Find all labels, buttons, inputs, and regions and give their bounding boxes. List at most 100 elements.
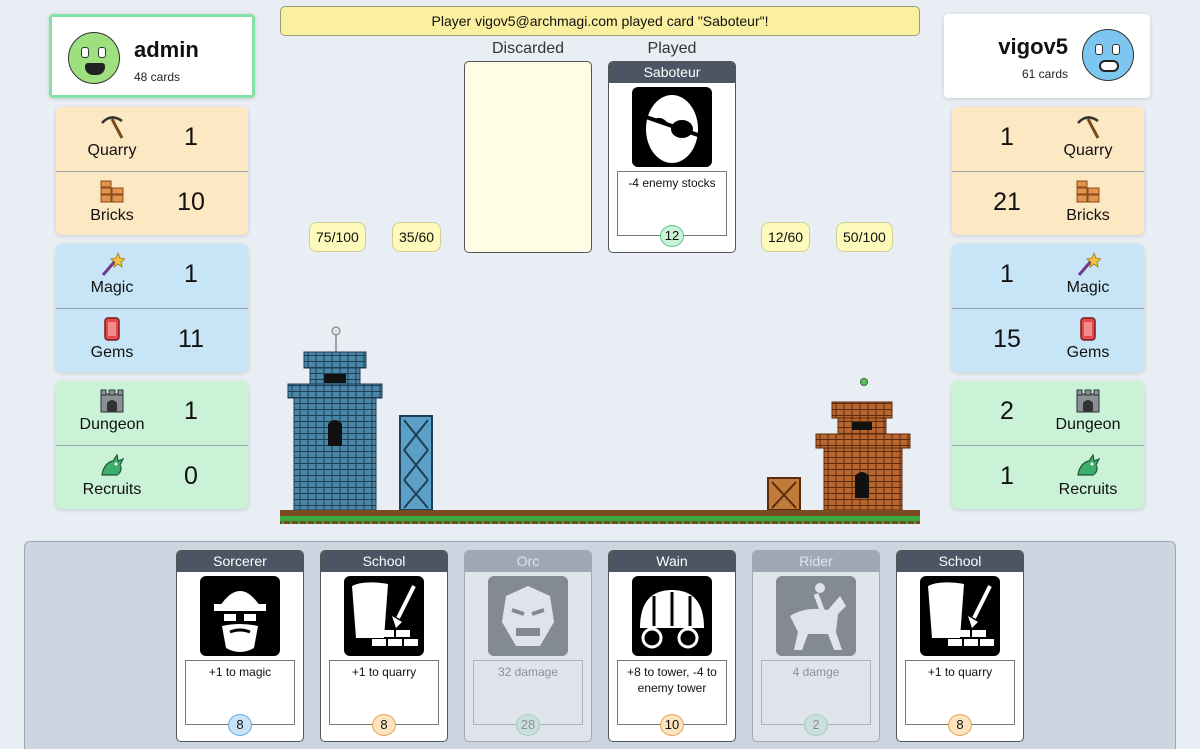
quarry-row: Quarry 1: [952, 107, 1144, 171]
resource-value: 15: [993, 325, 1021, 353]
hand-card-wain[interactable]: Wain +8 to tower, -4 to enemy tower 10: [608, 550, 736, 742]
resource-value: 1: [1000, 462, 1014, 490]
left-player-panel: admin 48 cards: [49, 14, 255, 98]
magic-row: Magic 1: [952, 244, 1144, 308]
gems-row: Gems 11: [56, 308, 248, 372]
left-tower-height: 75/100: [309, 222, 366, 252]
hand-card-school[interactable]: School +1 to quarry 8: [320, 550, 448, 742]
player-name: admin: [134, 37, 199, 62]
left-tower: [287, 326, 383, 511]
resource-value: 1: [1000, 123, 1014, 151]
resource-label: Recruits: [1058, 481, 1118, 498]
resource-label: Quarry: [87, 142, 137, 159]
horse-rider-icon: [776, 576, 856, 656]
resource-label: Bricks: [90, 207, 134, 224]
gem-icon: [104, 317, 120, 341]
recruits-row: Recruits 1: [952, 445, 1144, 509]
wizard-icon: [200, 576, 280, 656]
card-title: Saboteur: [609, 62, 735, 83]
eyepatch-icon: [632, 87, 712, 167]
player-name: vigov5: [998, 34, 1068, 59]
wand-icon: [101, 251, 125, 276]
right-dungeon-block: Dungeon 2 Recruits 1: [952, 381, 1144, 509]
magic-row: Magic 1: [56, 244, 248, 308]
resource-label: Magic: [90, 279, 134, 296]
right-wall: [767, 477, 801, 511]
dungeon-icon: [1076, 389, 1100, 413]
resource-value: 1: [184, 397, 198, 425]
card-count: 61 cards: [1021, 67, 1068, 81]
resource-label: Dungeon: [1055, 416, 1121, 433]
card-title: Sorcerer: [177, 551, 303, 572]
green-monster-avatar-icon: [68, 32, 120, 84]
left-quarry-block: Quarry 1 Bricks 10: [56, 107, 248, 235]
resource-value: 2: [1000, 397, 1014, 425]
card-title: Wain: [609, 551, 735, 572]
played-label: Played: [647, 40, 697, 57]
card-title: School: [321, 551, 447, 572]
resource-label: Magic: [1066, 279, 1110, 296]
wand-icon: [1077, 251, 1101, 276]
pickaxe-icon: [101, 116, 124, 139]
card-cost: 8: [372, 714, 396, 736]
card-title: Rider: [753, 551, 879, 572]
card-cost: 8: [228, 714, 252, 736]
gems-row: Gems 15: [952, 308, 1144, 372]
avatar-eye: [1112, 44, 1120, 55]
resource-value: 1: [184, 123, 198, 151]
right-tower-height: 50/100: [836, 222, 893, 252]
wagon-icon: [632, 576, 712, 656]
hand-card-rider: Rider 4 damge 2: [752, 550, 880, 742]
resource-label: Gems: [90, 344, 134, 361]
right-magic-block: Magic 1 Gems 15: [952, 244, 1144, 372]
castle-scene: [280, 320, 920, 526]
resource-value: 1: [1000, 260, 1014, 288]
bricks-icon: [100, 180, 124, 203]
blue-monster-avatar-icon: [1082, 29, 1134, 81]
resource-label: Gems: [1066, 344, 1110, 361]
left-magic-block: Magic 1 Gems 11: [56, 244, 248, 372]
school-icon: [920, 576, 1000, 656]
resource-value: 11: [178, 325, 204, 353]
avatar-mouth: [85, 63, 105, 75]
bricks-row: Bricks 21: [952, 171, 1144, 235]
resource-value: 0: [184, 462, 198, 490]
gem-icon: [1080, 317, 1096, 341]
resource-value: 21: [993, 188, 1021, 216]
pickaxe-icon: [1077, 116, 1100, 139]
left-wall: [399, 415, 433, 511]
discard-pile: [464, 61, 592, 253]
bricks-row: Bricks 10: [56, 171, 248, 235]
right-player-panel: vigov5 61 cards: [944, 14, 1150, 98]
orc-icon: [488, 576, 568, 656]
card-count: 48 cards: [134, 70, 181, 84]
game-message: Player vigov5@archmagi.com played card "…: [280, 6, 920, 36]
dungeon-icon: [100, 389, 124, 413]
school-icon: [344, 576, 424, 656]
bricks-icon: [1076, 180, 1100, 203]
avatar-mouth: [1099, 60, 1119, 72]
dragon-icon: [101, 453, 125, 476]
ground: [280, 510, 920, 524]
dragon-icon: [1077, 453, 1101, 476]
dungeon-row: Dungeon 2: [952, 381, 1144, 445]
quarry-row: Quarry 1: [56, 107, 248, 171]
card-cost: 8: [948, 714, 972, 736]
hand-card-school-2[interactable]: School +1 to quarry 8: [896, 550, 1024, 742]
card-cost: 2: [804, 714, 828, 736]
resource-value: 10: [177, 188, 205, 216]
avatar-eye: [81, 47, 89, 58]
right-quarry-block: Quarry 1 Bricks 21: [952, 107, 1144, 235]
recruits-row: Recruits 0: [56, 445, 248, 509]
hand-card-sorcerer[interactable]: Sorcerer +1 to magic 8: [176, 550, 304, 742]
resource-label: Bricks: [1066, 207, 1110, 224]
played-card: Saboteur -4 enemy stocks 12: [608, 61, 736, 253]
resource-value: 1: [184, 260, 198, 288]
dungeon-row: Dungeon 1: [56, 381, 248, 445]
resource-label: Dungeon: [79, 416, 145, 433]
card-title: Orc: [465, 551, 591, 572]
avatar-eye: [1095, 44, 1103, 55]
left-dungeon-block: Dungeon 1 Recruits 0: [56, 381, 248, 509]
discarded-label: Discarded: [491, 40, 565, 57]
resource-label: Quarry: [1063, 142, 1113, 159]
